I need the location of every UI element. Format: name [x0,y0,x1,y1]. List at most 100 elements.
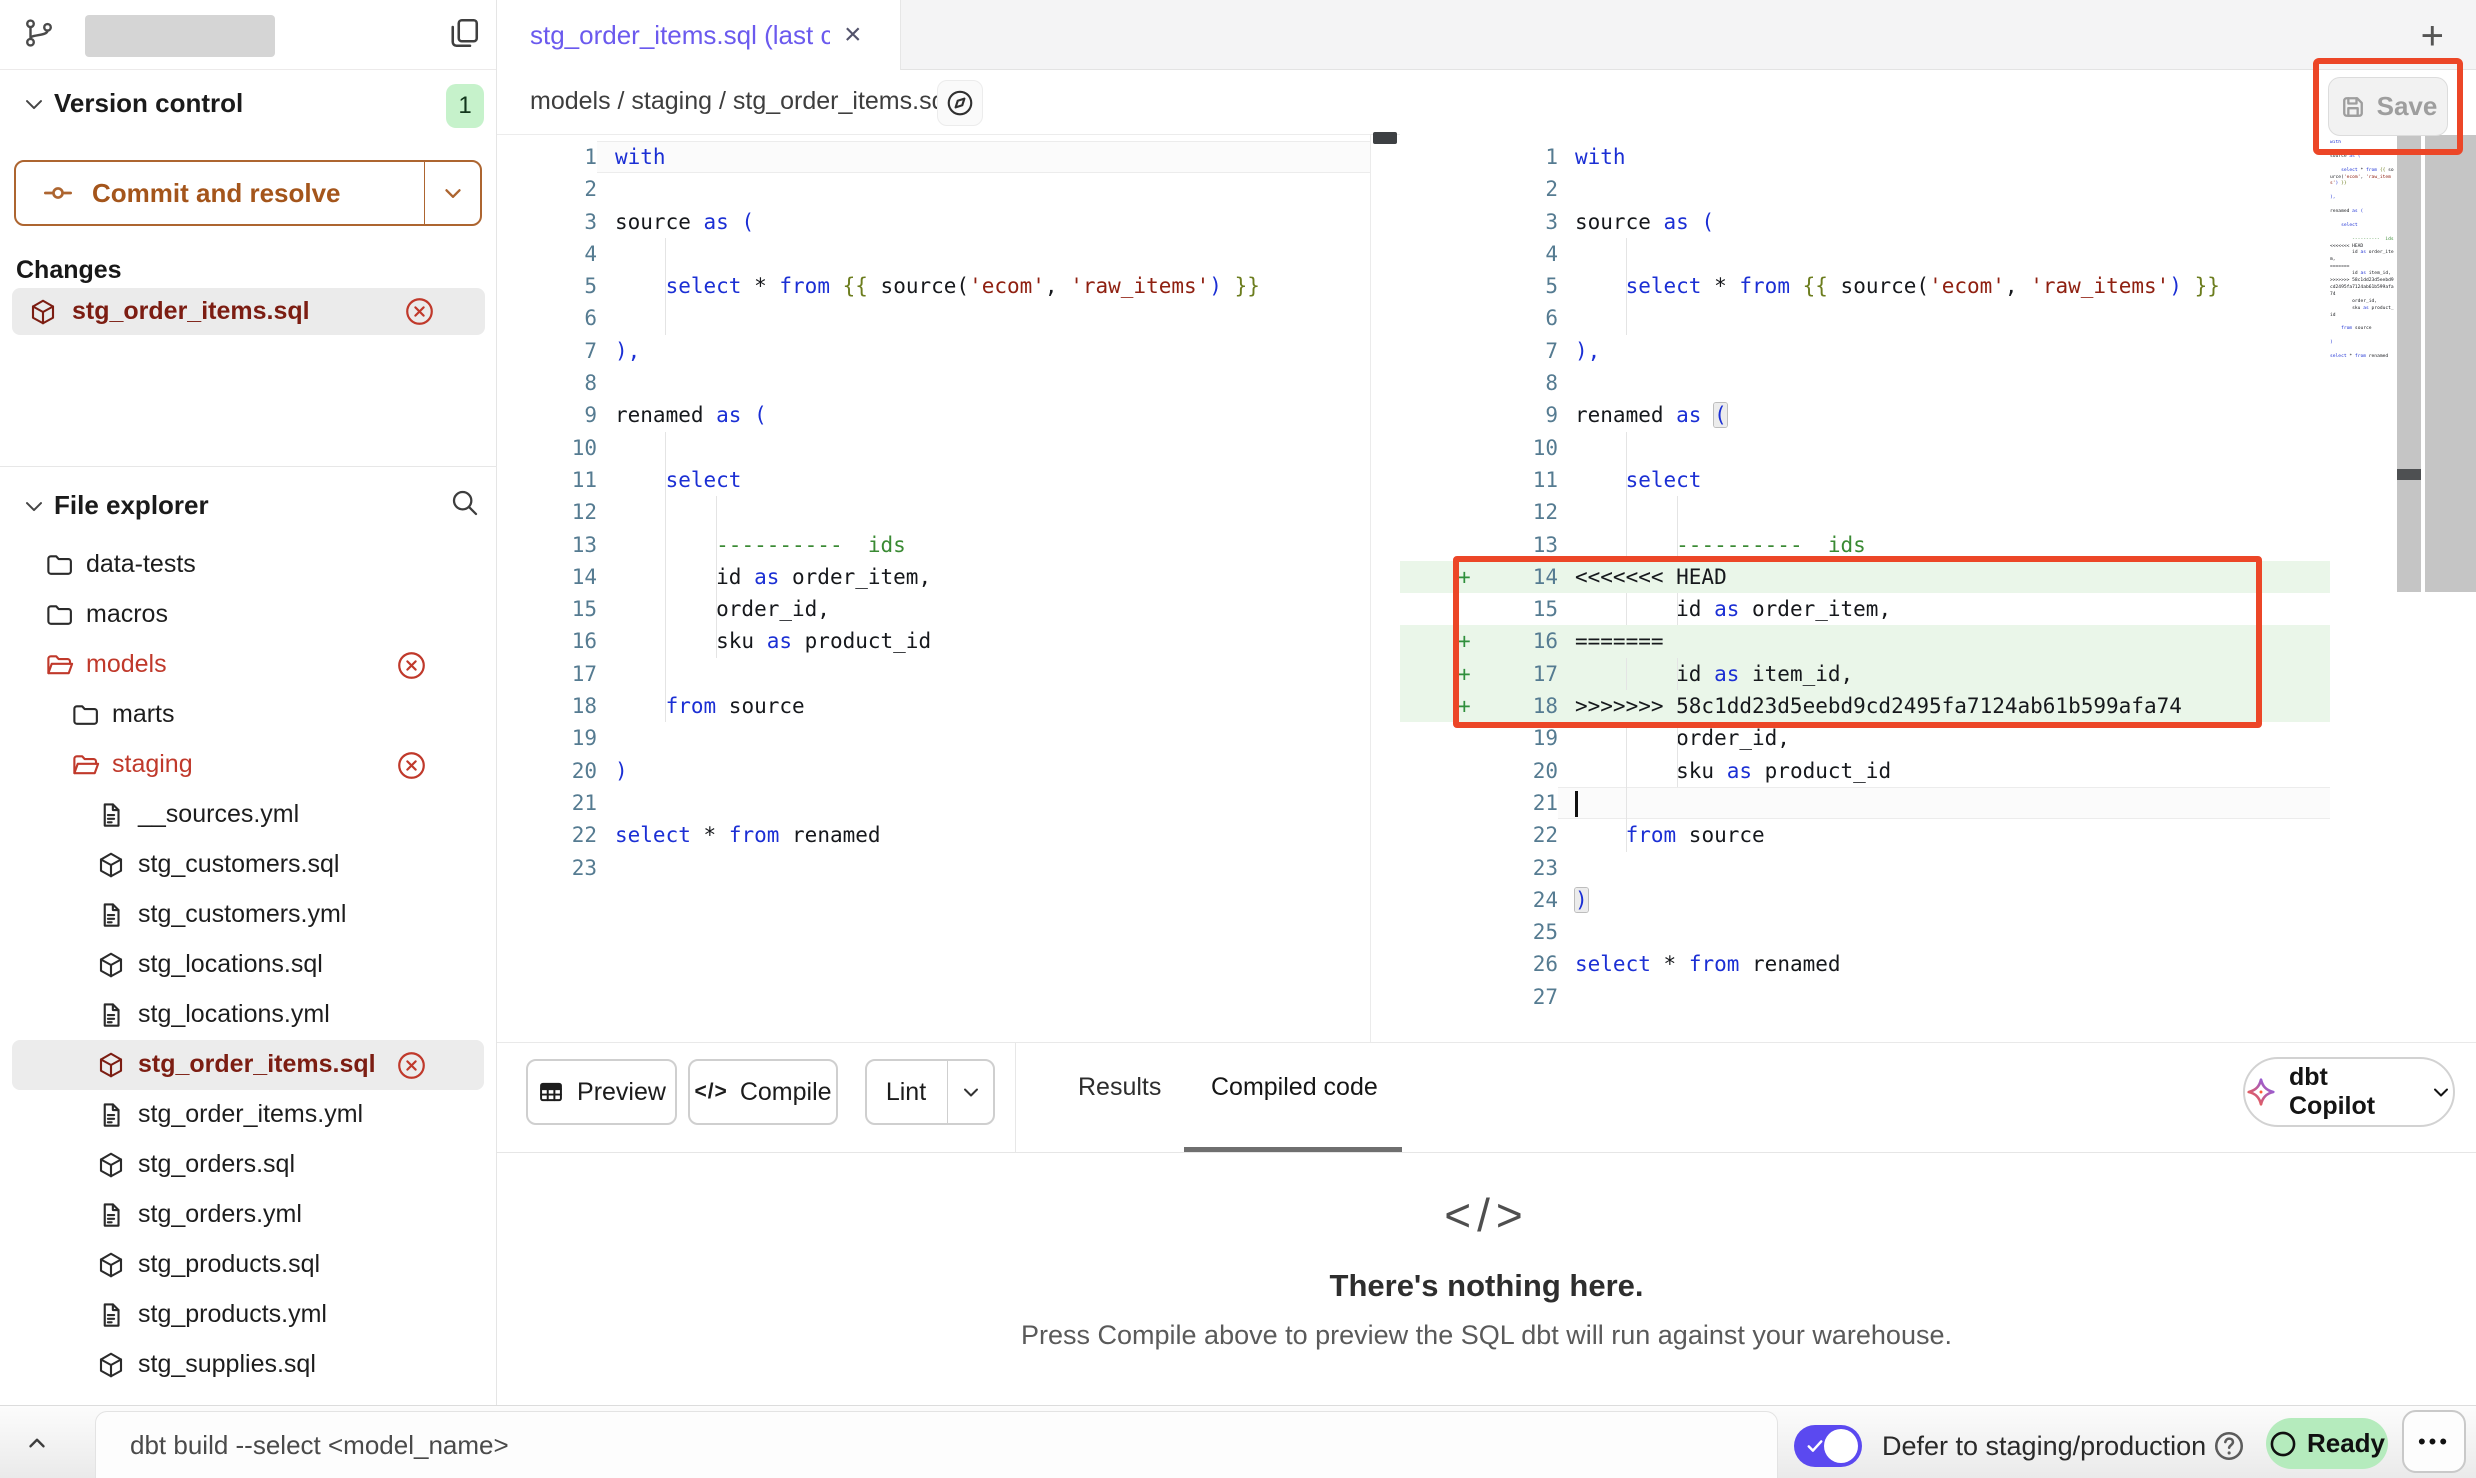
tab-results[interactable]: Results [1078,1073,1161,1102]
file-explorer-section-header[interactable]: File explorer [0,480,496,532]
file-item-stg_locations.sql[interactable]: stg_locations.sql [12,940,484,990]
diff-added-marker [1400,173,1472,205]
file-item-stg_locations.yml[interactable]: stg_locations.yml [12,990,484,1040]
question-circle-icon[interactable] [2212,1429,2246,1463]
discard-change-icon[interactable] [396,750,427,781]
code-line-22: 22select * from renamed [497,819,1370,851]
code-line-10: 10 [1400,432,2330,464]
diff-added-marker [1400,141,1472,173]
code-line-13: 13 ---------- ids [497,529,1370,561]
tab-stg-order-items[interactable]: stg_order_items.sql (last c… × [497,0,901,70]
file-item-models[interactable]: models [12,640,484,690]
file-item-stg_order_items.yml[interactable]: stg_order_items.yml [12,1090,484,1140]
diff-added-marker [1400,948,1472,980]
file-item-label: stg_orders.sql [138,1150,295,1179]
file-item-label: stg_locations.yml [138,1000,330,1029]
commit-options-dropdown[interactable] [424,162,480,224]
line-number: 13 [1472,529,1558,561]
new-tab-button[interactable]: + [2421,14,2444,59]
model-cube-icon [28,297,58,327]
defer-label: Defer to staging/production [1882,1431,2206,1462]
line-number: 27 [1472,981,1558,1013]
file-item-stg_orders.yml[interactable]: stg_orders.yml [12,1190,484,1240]
minimap[interactable]: withsource as ( select * from {{ source(… [2330,140,2394,370]
version-control-section-header[interactable]: Version control [0,78,496,130]
code-line-3: 3source as ( [497,206,1370,238]
chevron-up-icon[interactable] [24,1430,50,1456]
code-line-5: 5 select * from {{ source('ecom', 'raw_i… [497,270,1370,302]
minimap-scrollbar-thumb[interactable] [2397,469,2421,480]
file-item-label: data-tests [86,550,196,579]
line-number: 3 [1472,206,1558,238]
line-number: 16 [1472,625,1558,657]
file-item-stg_customers.yml[interactable]: stg_customers.yml [12,890,484,940]
lint-label: Lint [886,1078,926,1107]
code-editor-original[interactable]: 1with23source as (45 select * from {{ so… [497,135,1370,1042]
preview-button[interactable]: Preview [526,1059,677,1125]
defer-toggle[interactable] [1794,1425,1862,1467]
file-item-stg_orders.sql[interactable]: stg_orders.sql [12,1140,484,1190]
line-number: 14 [497,561,597,593]
diff-added-marker [1400,529,1472,561]
more-options-button[interactable]: ••• [2402,1410,2466,1473]
commit-and-resolve-button[interactable]: Commit and resolve [14,160,482,226]
ready-label: Ready [2307,1428,2385,1459]
code-editor-current[interactable]: 1with23source as (45 select * from {{ so… [1400,135,2330,1042]
changes-label: Changes [16,256,122,285]
editor-scrollbar[interactable] [2423,135,2476,592]
lint-options-dropdown[interactable] [947,1061,993,1123]
file-item-label: stg_products.yml [138,1300,327,1329]
file-item-stg_products.sql[interactable]: stg_products.sql [12,1240,484,1290]
code-line-22: 22 from source [1400,819,2330,851]
results-panel: </> There's nothing here. Press Compile … [497,1154,2476,1405]
file-item-__sources.yml[interactable]: __sources.yml [12,790,484,840]
discard-change-icon[interactable] [396,1050,427,1081]
diff-added-marker [1400,852,1472,884]
search-icon[interactable] [448,486,480,518]
changed-file-row[interactable]: stg_order_items.sql [12,288,485,335]
tab-compiled-code[interactable]: Compiled code [1211,1073,1378,1102]
copy-icon[interactable] [446,14,482,52]
ready-status-badge[interactable]: Ready [2266,1418,2388,1469]
left-pane-scrollbar-thumb[interactable] [1373,132,1397,144]
sidebar-header [0,0,496,70]
diff-added-marker [1400,270,1472,302]
changes-count-badge: 1 [446,84,484,128]
command-input[interactable]: dbt build --select <model_name> [95,1411,1778,1478]
close-tab-icon[interactable]: × [844,20,862,50]
file-item-macros[interactable]: macros [12,590,484,640]
line-number: 26 [1472,948,1558,980]
discard-change-icon[interactable] [396,650,427,681]
line-number: 17 [497,658,597,690]
code-line-17: 17 [497,658,1370,690]
line-number: 20 [1472,755,1558,787]
code-line-18: 18 from source [497,690,1370,722]
file-item-stg_order_items.sql[interactable]: stg_order_items.sql [12,1040,484,1090]
file-item-stg_supplies.sql[interactable]: stg_supplies.sql [12,1340,484,1390]
line-number: 21 [1472,787,1558,819]
file-item-staging[interactable]: staging [12,740,484,790]
code-line-12: 12 [497,496,1370,528]
discard-change-icon[interactable] [404,296,435,327]
code-line-7: 7), [1400,335,2330,367]
file-item-label: staging [112,750,193,779]
code-icon: </> [497,1188,2476,1242]
chevron-down-icon[interactable] [20,492,48,520]
diff-added-marker [1400,593,1472,625]
line-number: 10 [1472,432,1558,464]
line-number: 11 [497,464,597,496]
file-item-stg_products.yml[interactable]: stg_products.yml [12,1290,484,1340]
compass-icon[interactable] [937,80,983,126]
lint-button[interactable]: Lint [865,1059,995,1125]
chevron-down-icon[interactable] [20,90,48,118]
file-explorer-title: File explorer [54,490,209,521]
line-number: 23 [497,852,597,884]
file-item-marts[interactable]: marts [12,690,484,740]
code-line-9: 9renamed as ( [497,399,1370,431]
file-item-stg_customers.sql[interactable]: stg_customers.sql [12,840,484,890]
save-button[interactable]: Save [2328,77,2448,136]
file-item-data-tests[interactable]: data-tests [12,540,484,590]
minimap-scrollbar[interactable] [2397,135,2421,592]
dbt-copilot-button[interactable]: dbt Copilot [2243,1057,2455,1127]
compile-button[interactable]: </> Compile [688,1059,838,1125]
